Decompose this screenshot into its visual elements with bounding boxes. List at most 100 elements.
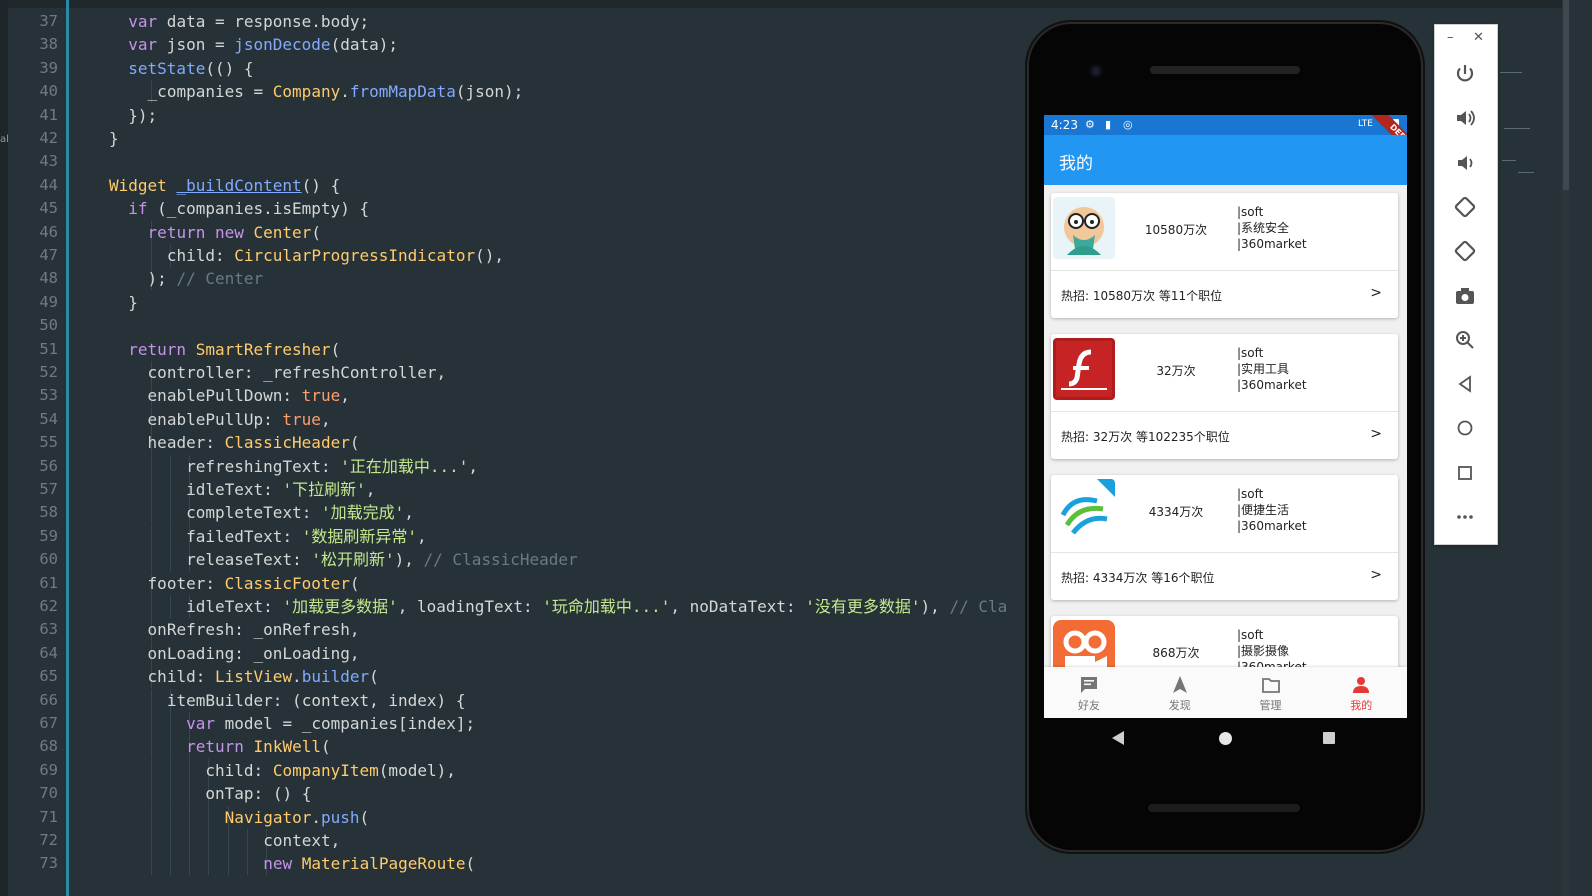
code-token: , <box>365 480 376 499</box>
code-token: } <box>128 292 138 312</box>
system-recents-icon[interactable] <box>1323 732 1335 744</box>
code-line[interactable]: 55 header: ClassicHeader( <box>0 431 1040 455</box>
code-line[interactable]: 52 controller: _refreshController, <box>0 361 1040 384</box>
code-line[interactable]: 66 itemBuilder: (context, index) { <box>0 688 1040 712</box>
phone-screen[interactable]: 4:23 ⚙ ▮ ◎ LTE DEBUG 我的 10580万次 |soft |系统安… <box>1044 115 1407 718</box>
code-line[interactable]: 73 new MaterialPageRoute( <box>0 852 1040 876</box>
code-line[interactable]: 60 releaseText: '松开刷新'), // ClassicHeader <box>0 548 1040 572</box>
code-line[interactable]: 53 enablePullDown: true, <box>0 384 1040 408</box>
tab-folder[interactable]: 管理 <box>1226 667 1316 718</box>
minimap[interactable] <box>1500 8 1560 896</box>
company-card[interactable]: 868万次 |soft |摄影摄像 |360market <box>1051 616 1398 667</box>
indent-guide <box>189 782 191 806</box>
indent-guide <box>150 478 152 501</box>
overview-icon[interactable] <box>1452 460 1478 486</box>
code-text: onRefresh: _onRefresh, <box>148 618 360 641</box>
code-line[interactable]: 67 var model = _companies[index]; <box>0 712 1040 735</box>
code-line[interactable]: 59 failedText: '数据刷新异常', <box>0 524 1040 548</box>
code-line[interactable]: 45 if (_companies.isEmpty) { <box>0 197 1040 220</box>
line-number: 50 <box>39 316 58 335</box>
code-line[interactable]: 38 var json = jsonDecode(data); <box>0 33 1040 56</box>
code-line[interactable]: 41}); <box>0 104 1040 127</box>
scrollbar-thumb[interactable] <box>1563 0 1569 190</box>
system-home-icon[interactable] <box>1219 732 1232 745</box>
code-token: header: <box>147 433 225 453</box>
code-line[interactable]: 64 onLoading: _onLoading, <box>0 641 1040 665</box>
code-line[interactable]: 49} <box>0 291 1040 314</box>
code-line[interactable]: 44 Widget _buildContent() { <box>0 174 1040 197</box>
code-token: ( <box>349 433 360 453</box>
power-icon[interactable] <box>1452 61 1478 87</box>
home-icon[interactable] <box>1452 415 1478 441</box>
rotate-left-icon[interactable] <box>1452 194 1478 220</box>
rotate-right-icon[interactable] <box>1452 238 1478 264</box>
code-line[interactable]: 70 onTap: () { <box>0 782 1040 806</box>
chevron-right-icon[interactable]: > <box>1370 426 1382 442</box>
tab-person[interactable]: 我的 <box>1316 667 1406 718</box>
code-token: jsonDecode <box>234 35 331 55</box>
code-text: idleText: '下拉刷新', <box>186 478 375 501</box>
code-line[interactable]: 57 idleText: '下拉刷新', <box>0 478 1040 501</box>
code-line[interactable]: 72 context, <box>0 829 1040 852</box>
code-line[interactable]: 69 child: CompanyItem(model), <box>0 758 1040 782</box>
code-token: MaterialPageRoute <box>301 854 466 874</box>
code-line[interactable]: 63 onRefresh: _onRefresh, <box>0 618 1040 642</box>
chevron-right-icon[interactable]: > <box>1370 285 1382 301</box>
code-line[interactable]: 46 return new Center( <box>0 220 1040 244</box>
back-icon[interactable] <box>1452 371 1478 397</box>
minimize-button[interactable]: – <box>1447 30 1454 45</box>
code-line[interactable]: 65 child: ListView.builder( <box>0 665 1040 689</box>
company-list[interactable]: 10580万次 |soft |系统安全 |360market 热招: 10580万次 等… <box>1044 185 1407 667</box>
line-number: 52 <box>39 363 58 381</box>
card-divider <box>1051 411 1398 412</box>
code-line[interactable]: 62 idleText: '加载更多数据', loadingText: '玩命加载… <box>0 595 1040 618</box>
code-line[interactable]: 56 refreshingText: '正在加载中...', <box>0 454 1040 478</box>
code-line[interactable]: 39 setState(() { <box>0 57 1040 80</box>
line-number: 69 <box>39 760 58 779</box>
code-line[interactable]: 58 completeText: '加载完成', <box>0 501 1040 525</box>
indent-guide <box>208 852 210 876</box>
code-text: idleText: '加载更多数据', loadingText: '玩命加载中.… <box>186 595 1007 618</box>
code-line[interactable]: 50 <box>0 314 1040 337</box>
code-line[interactable]: 61 footer: ClassicFooter( <box>0 571 1040 595</box>
code-line[interactable]: 43 <box>0 150 1040 173</box>
code-text: setState(() { <box>128 57 253 80</box>
code-token: InkWell <box>253 737 321 757</box>
code-line[interactable]: 68 return InkWell( <box>0 735 1040 759</box>
company-card[interactable]: 32万次 |soft |实用工具 |360market 热招: 32万次 等102235… <box>1051 334 1398 459</box>
page-title: 我的 <box>1059 154 1093 174</box>
code-line[interactable]: 40 _companies = Company.fromMapData(json)… <box>0 80 1040 104</box>
system-navigation-bar <box>1044 718 1407 762</box>
camera-icon[interactable] <box>1452 283 1478 309</box>
code-line[interactable]: 48); // Center <box>0 267 1040 291</box>
code-token: data = response.body; <box>157 12 370 31</box>
code-token: context, <box>263 831 341 850</box>
company-card[interactable]: 10580万次 |soft |系统安全 |360market 热招: 10580万次 等… <box>1051 193 1398 318</box>
line-number: 63 <box>39 620 58 639</box>
company-card[interactable]: 4334万次 |soft |便捷生活 |360market 热招: 4334万次 等16… <box>1051 475 1398 600</box>
volume-down-icon[interactable] <box>1452 150 1478 176</box>
code-token: Company <box>272 82 341 102</box>
code-line[interactable]: 42} <box>0 127 1040 150</box>
indent-guide <box>169 501 171 525</box>
code-text: failedText: '数据刷新异常', <box>186 525 427 548</box>
code-token: () { <box>301 175 341 195</box>
code-line[interactable]: 47 child: CircularProgressIndicator(), <box>0 244 1040 267</box>
tab-chat[interactable]: 好友 <box>1044 667 1134 718</box>
tag: |系统安全 <box>1237 221 1290 235</box>
system-back-icon[interactable] <box>1112 731 1124 745</box>
code-line[interactable]: 37 var data = response.body; <box>0 10 1040 33</box>
code-line[interactable]: 54 enablePullUp: true, <box>0 407 1040 431</box>
code-text: child: CircularProgressIndicator(), <box>167 244 504 267</box>
close-button[interactable]: ✕ <box>1473 30 1484 45</box>
zoom-icon[interactable] <box>1452 327 1478 353</box>
code-token: ListView <box>214 667 293 687</box>
code-line[interactable]: 51 return SmartRefresher( <box>0 338 1040 361</box>
volume-up-icon[interactable] <box>1452 105 1478 131</box>
tab-navigation[interactable]: 发现 <box>1135 667 1225 718</box>
code-line[interactable]: 71 Navigator.push( <box>0 805 1040 829</box>
code-token: CircularProgressIndicator <box>234 246 476 265</box>
indent-guide <box>169 478 171 501</box>
more-icon[interactable] <box>1452 504 1478 530</box>
chevron-right-icon[interactable]: > <box>1370 567 1382 583</box>
